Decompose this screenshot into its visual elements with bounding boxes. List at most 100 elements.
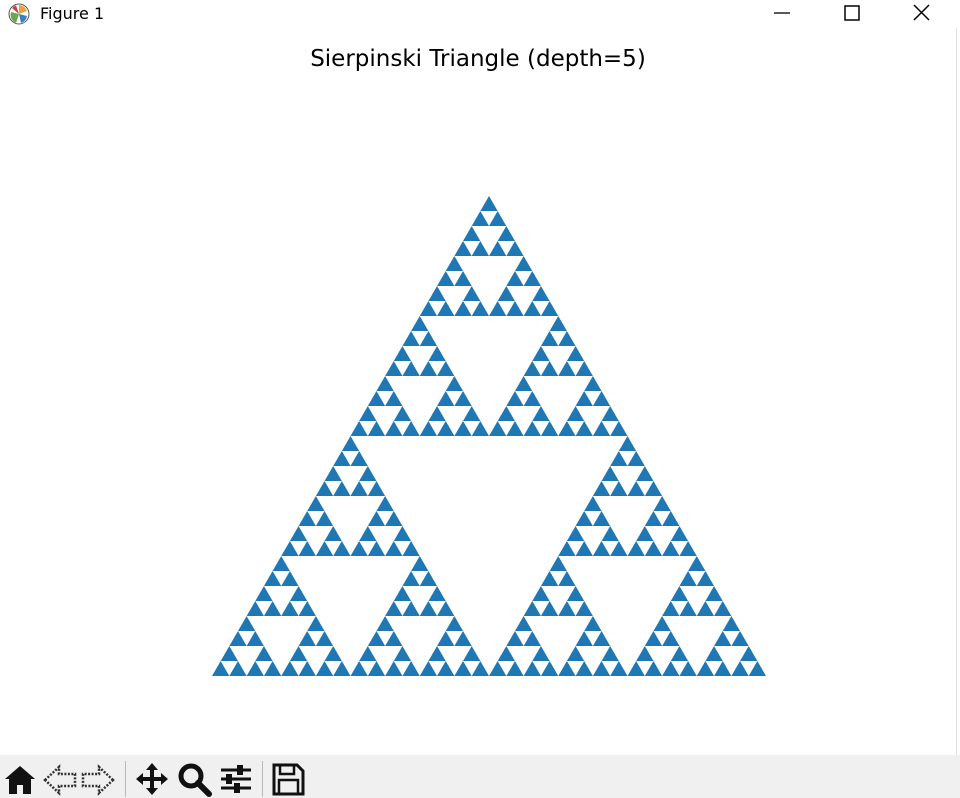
fractal-triangle: [489, 421, 507, 436]
fractal-triangle: [281, 661, 299, 676]
fractal-triangle: [679, 661, 697, 676]
matplotlib-logo-icon: [8, 3, 30, 25]
fractal-triangle: [419, 661, 438, 676]
fractal-triangle: [506, 661, 524, 676]
fractal-triangle: [662, 511, 680, 526]
fractal-triangle: [532, 346, 550, 361]
zoom-button[interactable]: [176, 761, 212, 797]
zoom-magnifier-icon: [178, 763, 212, 797]
fractal-triangle: [298, 661, 316, 676]
maximize-button[interactable]: [829, 0, 875, 28]
fractal-triangle: [679, 541, 697, 556]
navigation-toolbar: [0, 755, 960, 798]
fractal-triangle: [714, 661, 732, 676]
pan-button[interactable]: [134, 761, 170, 797]
configure-subplots-button[interactable]: [218, 761, 254, 797]
fractal-triangle: [281, 601, 299, 616]
fractal-triangle: [376, 376, 394, 391]
fractal-triangle: [696, 661, 715, 676]
window-edge: [956, 28, 960, 755]
save-button[interactable]: [270, 761, 306, 797]
fractal-triangle: [523, 391, 541, 406]
minimize-button[interactable]: [759, 0, 805, 28]
fractal-triangle: [220, 646, 238, 661]
minimize-icon: [774, 12, 790, 14]
fractal-triangle: [670, 646, 689, 661]
fractal-triangle: [523, 301, 541, 316]
fractal-triangle: [627, 661, 645, 676]
fractal-triangle: [549, 556, 567, 571]
fractal-triangle: [315, 631, 334, 646]
fractal-triangle: [289, 526, 308, 541]
fractal-triangle: [748, 661, 766, 676]
fractal-triangle: [385, 511, 403, 526]
fractal-triangle: [575, 421, 593, 436]
fractal-triangle: [696, 601, 715, 616]
fractal-triangle: [411, 556, 429, 571]
fractal-triangle: [523, 661, 541, 676]
fractal-triangle: [419, 331, 438, 346]
fractal-triangle: [229, 661, 247, 676]
fractal-triangle: [350, 481, 368, 496]
fractal-triangle: [428, 286, 446, 301]
fractal-triangle: [367, 631, 386, 646]
fractal-triangle: [393, 406, 412, 421]
fractal-triangle: [281, 571, 299, 586]
fractal-triangle: [540, 301, 559, 316]
fractal-triangle: [722, 616, 741, 631]
fractal-triangle: [506, 631, 524, 646]
fractal-triangle: [333, 451, 351, 466]
fractal-triangle: [558, 361, 576, 376]
close-button[interactable]: [899, 0, 945, 28]
home-button[interactable]: [2, 761, 38, 797]
fractal-triangle: [558, 541, 576, 556]
fractal-triangle: [636, 466, 654, 481]
fractal-triangle: [618, 436, 637, 451]
fractal-triangle: [367, 421, 386, 436]
fractal-triangle: [229, 631, 247, 646]
fractal-triangle: [523, 271, 541, 286]
fractal-triangle: [514, 376, 533, 391]
fractal-triangle: [419, 601, 438, 616]
fractal-triangle: [237, 616, 256, 631]
fractal-triangle: [558, 571, 576, 586]
fractal-triangle: [307, 496, 325, 511]
fractal-triangle: [514, 256, 533, 271]
fractal-triangle: [584, 616, 602, 631]
forward-arrow-icon: [81, 764, 115, 796]
fractal-triangle: [246, 631, 264, 646]
fractal-triangle: [506, 301, 524, 316]
fractal-triangle: [679, 601, 697, 616]
fractal-triangle: [385, 631, 403, 646]
fractal-triangle: [454, 391, 472, 406]
fractal-triangle: [575, 601, 593, 616]
fractal-triangle: [402, 361, 420, 376]
fractal-triangle: [359, 466, 377, 481]
toolbar-separator: [125, 761, 126, 797]
fractal-triangle: [670, 526, 689, 541]
fractal-triangle: [463, 406, 481, 421]
figure-title: Sierpinski Triangle (depth=5): [310, 46, 646, 72]
fractal-triangle: [307, 616, 325, 631]
fractal-triangle: [731, 661, 749, 676]
fractal-triangle: [437, 301, 455, 316]
fractal-triangle: [662, 631, 680, 646]
fractal-triangle: [350, 421, 368, 436]
fractal-triangle: [662, 601, 680, 616]
fractal-triangle: [523, 421, 541, 436]
forward-button[interactable]: [80, 761, 116, 797]
fractal-triangle: [333, 541, 351, 556]
fractal-triangle: [644, 511, 663, 526]
fractal-triangle: [592, 481, 611, 496]
fractal-triangle: [532, 406, 550, 421]
fractal-triangle: [575, 511, 593, 526]
fractal-triangle: [428, 346, 446, 361]
fractal-triangle: [523, 361, 541, 376]
back-button[interactable]: [42, 761, 78, 797]
fractal-triangle: [549, 316, 567, 331]
fractal-triangle: [324, 526, 342, 541]
fractal-triangle: [324, 646, 342, 661]
fractal-triangle: [662, 661, 680, 676]
fractal-triangle: [463, 226, 481, 241]
fractal-triangle: [428, 586, 446, 601]
